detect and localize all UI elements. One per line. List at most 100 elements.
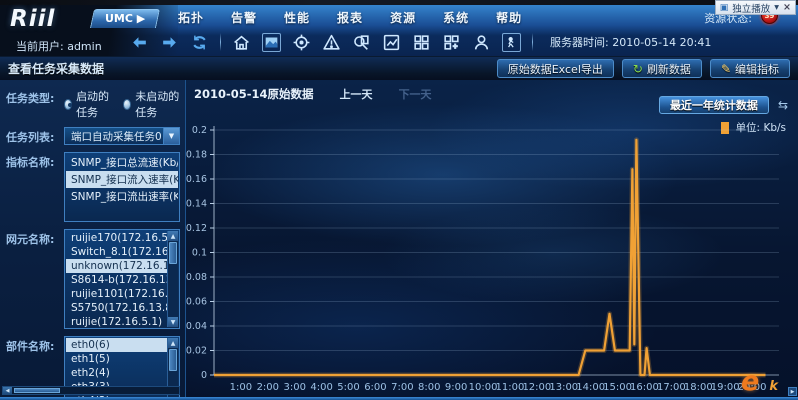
radio-not-started-tasks[interactable]: 未启动的任务 bbox=[123, 88, 180, 120]
refresh-icon[interactable] bbox=[190, 33, 209, 52]
scroll-down-icon[interactable]: ▼ bbox=[168, 317, 178, 327]
svg-text:10:00: 10:00 bbox=[469, 382, 498, 393]
search-icon[interactable] bbox=[352, 33, 371, 52]
list-item[interactable]: Switch_8.1(172.16.7.15) bbox=[66, 245, 167, 259]
scroll-up-icon[interactable]: ▲ bbox=[168, 338, 178, 348]
svg-text:7:00: 7:00 bbox=[391, 382, 413, 393]
section-bar: 查看任务采集数据 原始数据Excel导出 ↻ 刷新数据 ✎ 编辑指标 bbox=[0, 56, 798, 80]
scrollbar-thumb[interactable] bbox=[169, 242, 177, 264]
list-item-selected[interactable]: eth0(6) bbox=[66, 338, 167, 352]
toolbar-separator bbox=[220, 33, 221, 51]
refresh-data-button[interactable]: ↻ 刷新数据 bbox=[622, 59, 702, 78]
svg-text:0: 0 bbox=[201, 370, 207, 381]
umc-tab[interactable]: UMC ▶ bbox=[90, 9, 160, 28]
edit-indicator-button[interactable]: ✎ 编辑指标 bbox=[710, 59, 790, 78]
scroll-up-icon[interactable]: ▲ bbox=[168, 231, 178, 241]
svg-text:0.08: 0.08 bbox=[186, 272, 207, 283]
scrollbar-thumb[interactable] bbox=[169, 349, 177, 371]
chart-icon[interactable] bbox=[382, 33, 401, 52]
floating-popup: ▣ 独立播放 ▾ × bbox=[715, 0, 796, 15]
svg-text:0.02: 0.02 bbox=[186, 346, 207, 357]
svg-text:1:00: 1:00 bbox=[230, 382, 252, 393]
prev-day-link[interactable]: 上一天 bbox=[340, 86, 373, 102]
year-stats-button[interactable]: 最近一年统计数据 bbox=[659, 96, 769, 114]
element-listbox: ruijie170(172.16.5.251) Switch_8.1(172.1… bbox=[64, 229, 180, 329]
task-type-label: 任务类型: bbox=[6, 88, 64, 120]
server-time-label: 服务器时间: 2010-05-14 20:41 bbox=[550, 34, 711, 50]
forward-icon[interactable] bbox=[160, 33, 179, 52]
menu-item-topology[interactable]: 拓扑 bbox=[178, 9, 204, 26]
list-item[interactable]: eth1(5) bbox=[66, 352, 167, 366]
swap-view-icon[interactable]: ⇆ bbox=[778, 98, 788, 112]
menu-item-resource[interactable]: 资源 bbox=[390, 9, 416, 26]
excel-export-button[interactable]: 原始数据Excel导出 bbox=[497, 59, 614, 78]
svg-text:13:00: 13:00 bbox=[549, 382, 578, 393]
grid-icon[interactable] bbox=[412, 33, 431, 52]
radio-started-tasks[interactable]: 启动的任务 bbox=[64, 88, 113, 120]
list-item-selected[interactable]: SNMP_接口流入速率(Kb/s) bbox=[66, 171, 178, 188]
menu-item-performance[interactable]: 性能 bbox=[284, 9, 310, 26]
grid-add-icon[interactable] bbox=[442, 33, 461, 52]
popup-expand-icon[interactable]: ▾ bbox=[774, 2, 779, 13]
alert-icon[interactable] bbox=[322, 33, 341, 52]
line-chart-svg: 00.020.040.060.080.10.120.140.160.180.21… bbox=[186, 122, 794, 394]
svg-text:18:00: 18:00 bbox=[684, 382, 713, 393]
menu-item-report[interactable]: 报表 bbox=[337, 9, 363, 26]
chevron-down-icon[interactable]: ▼ bbox=[163, 128, 179, 144]
menu-item-system[interactable]: 系统 bbox=[443, 9, 469, 26]
exit-icon[interactable] bbox=[502, 33, 521, 52]
list-item[interactable]: SNMP_接口总流速(Kb/s) bbox=[66, 154, 178, 171]
task-list-label: 任务列表: bbox=[6, 127, 64, 145]
svg-text:0.14: 0.14 bbox=[186, 199, 207, 210]
svg-text:0.12: 0.12 bbox=[186, 223, 207, 234]
svg-text:11:00: 11:00 bbox=[496, 382, 525, 393]
menu-item-alarm[interactable]: 告警 bbox=[231, 9, 257, 26]
tv-icon: ▣ bbox=[720, 3, 729, 13]
svg-text:4:00: 4:00 bbox=[310, 382, 332, 393]
list-item-selected[interactable]: unknown(172.16.13.134) bbox=[66, 259, 167, 273]
scroll-left-icon[interactable]: ◀ bbox=[3, 387, 12, 394]
task-list-dropdown[interactable]: 端口自动采集任务0 ▼ bbox=[64, 127, 180, 145]
radio-dot-selected[interactable] bbox=[64, 99, 72, 110]
svg-text:12:00: 12:00 bbox=[522, 382, 551, 393]
svg-text:2:00: 2:00 bbox=[257, 382, 279, 393]
home-icon[interactable] bbox=[232, 33, 251, 52]
snapshot-icon[interactable] bbox=[262, 33, 281, 52]
back-icon[interactable] bbox=[130, 33, 149, 52]
watermark-k: k bbox=[769, 379, 778, 394]
header: Riil 当前用户: admin UMC ▶ 拓扑 告警 性能 报表 资源 系统… bbox=[0, 5, 798, 56]
list-item[interactable]: S8614-b(172.16.13.66) bbox=[66, 273, 167, 287]
vertical-scrollbar[interactable]: ▲ ▼ bbox=[167, 231, 178, 327]
svg-text:0.16: 0.16 bbox=[186, 174, 207, 185]
indicator-listbox: SNMP_接口总流速(Kb/s) SNMP_接口流入速率(Kb/s) SNMP_… bbox=[64, 152, 180, 222]
main-menu: 拓扑 告警 性能 报表 资源 系统 帮助 bbox=[178, 9, 522, 26]
svg-text:15:00: 15:00 bbox=[603, 382, 632, 393]
watermark-e: e bbox=[741, 366, 759, 397]
menu-item-help[interactable]: 帮助 bbox=[496, 9, 522, 26]
svg-text:5:00: 5:00 bbox=[337, 382, 359, 393]
scrollbar-thumb[interactable] bbox=[14, 388, 60, 393]
scroll-right-icon[interactable]: ▶ bbox=[788, 387, 797, 396]
toolbar-separator bbox=[532, 33, 533, 51]
popup-close-icon[interactable]: × bbox=[783, 2, 791, 13]
list-item[interactable]: ruijie170(172.16.5.251) bbox=[66, 231, 167, 245]
list-item[interactable]: eth2(4) bbox=[66, 366, 167, 380]
horizontal-scrollbar[interactable]: ◀ bbox=[2, 386, 180, 395]
chart-panel: 2010-05-14原始数据 上一天 下一天 最近一年统计数据 ⇆ 单位: Kb… bbox=[186, 80, 798, 397]
riil-logo: Riil bbox=[10, 6, 55, 32]
target-icon[interactable] bbox=[292, 33, 311, 52]
list-item[interactable]: ruijie(172.16.5.1) bbox=[66, 315, 167, 327]
svg-text:8:00: 8:00 bbox=[418, 382, 440, 393]
list-item[interactable]: ruijie1101(172.16.5.223) bbox=[66, 287, 167, 301]
task-list-value: 端口自动采集任务0 bbox=[65, 129, 163, 144]
radio-dot[interactable] bbox=[123, 99, 131, 110]
next-day-link-disabled: 下一天 bbox=[399, 86, 432, 102]
app-window: ▣ 独立播放 ▾ × Riil 当前用户: admin UMC ▶ 拓扑 告警 … bbox=[0, 0, 798, 400]
toolbar: 服务器时间: 2010-05-14 20:41 bbox=[130, 28, 798, 56]
list-item[interactable]: SNMP_接口流出速率(Kb/s) bbox=[66, 188, 178, 205]
svg-text:14:00: 14:00 bbox=[576, 382, 605, 393]
refresh-icon: ↻ bbox=[633, 62, 643, 76]
user-icon[interactable] bbox=[472, 33, 491, 52]
list-item[interactable]: S5750(172.16.13.89) bbox=[66, 301, 167, 315]
chart-title: 2010-05-14原始数据 bbox=[194, 86, 314, 102]
